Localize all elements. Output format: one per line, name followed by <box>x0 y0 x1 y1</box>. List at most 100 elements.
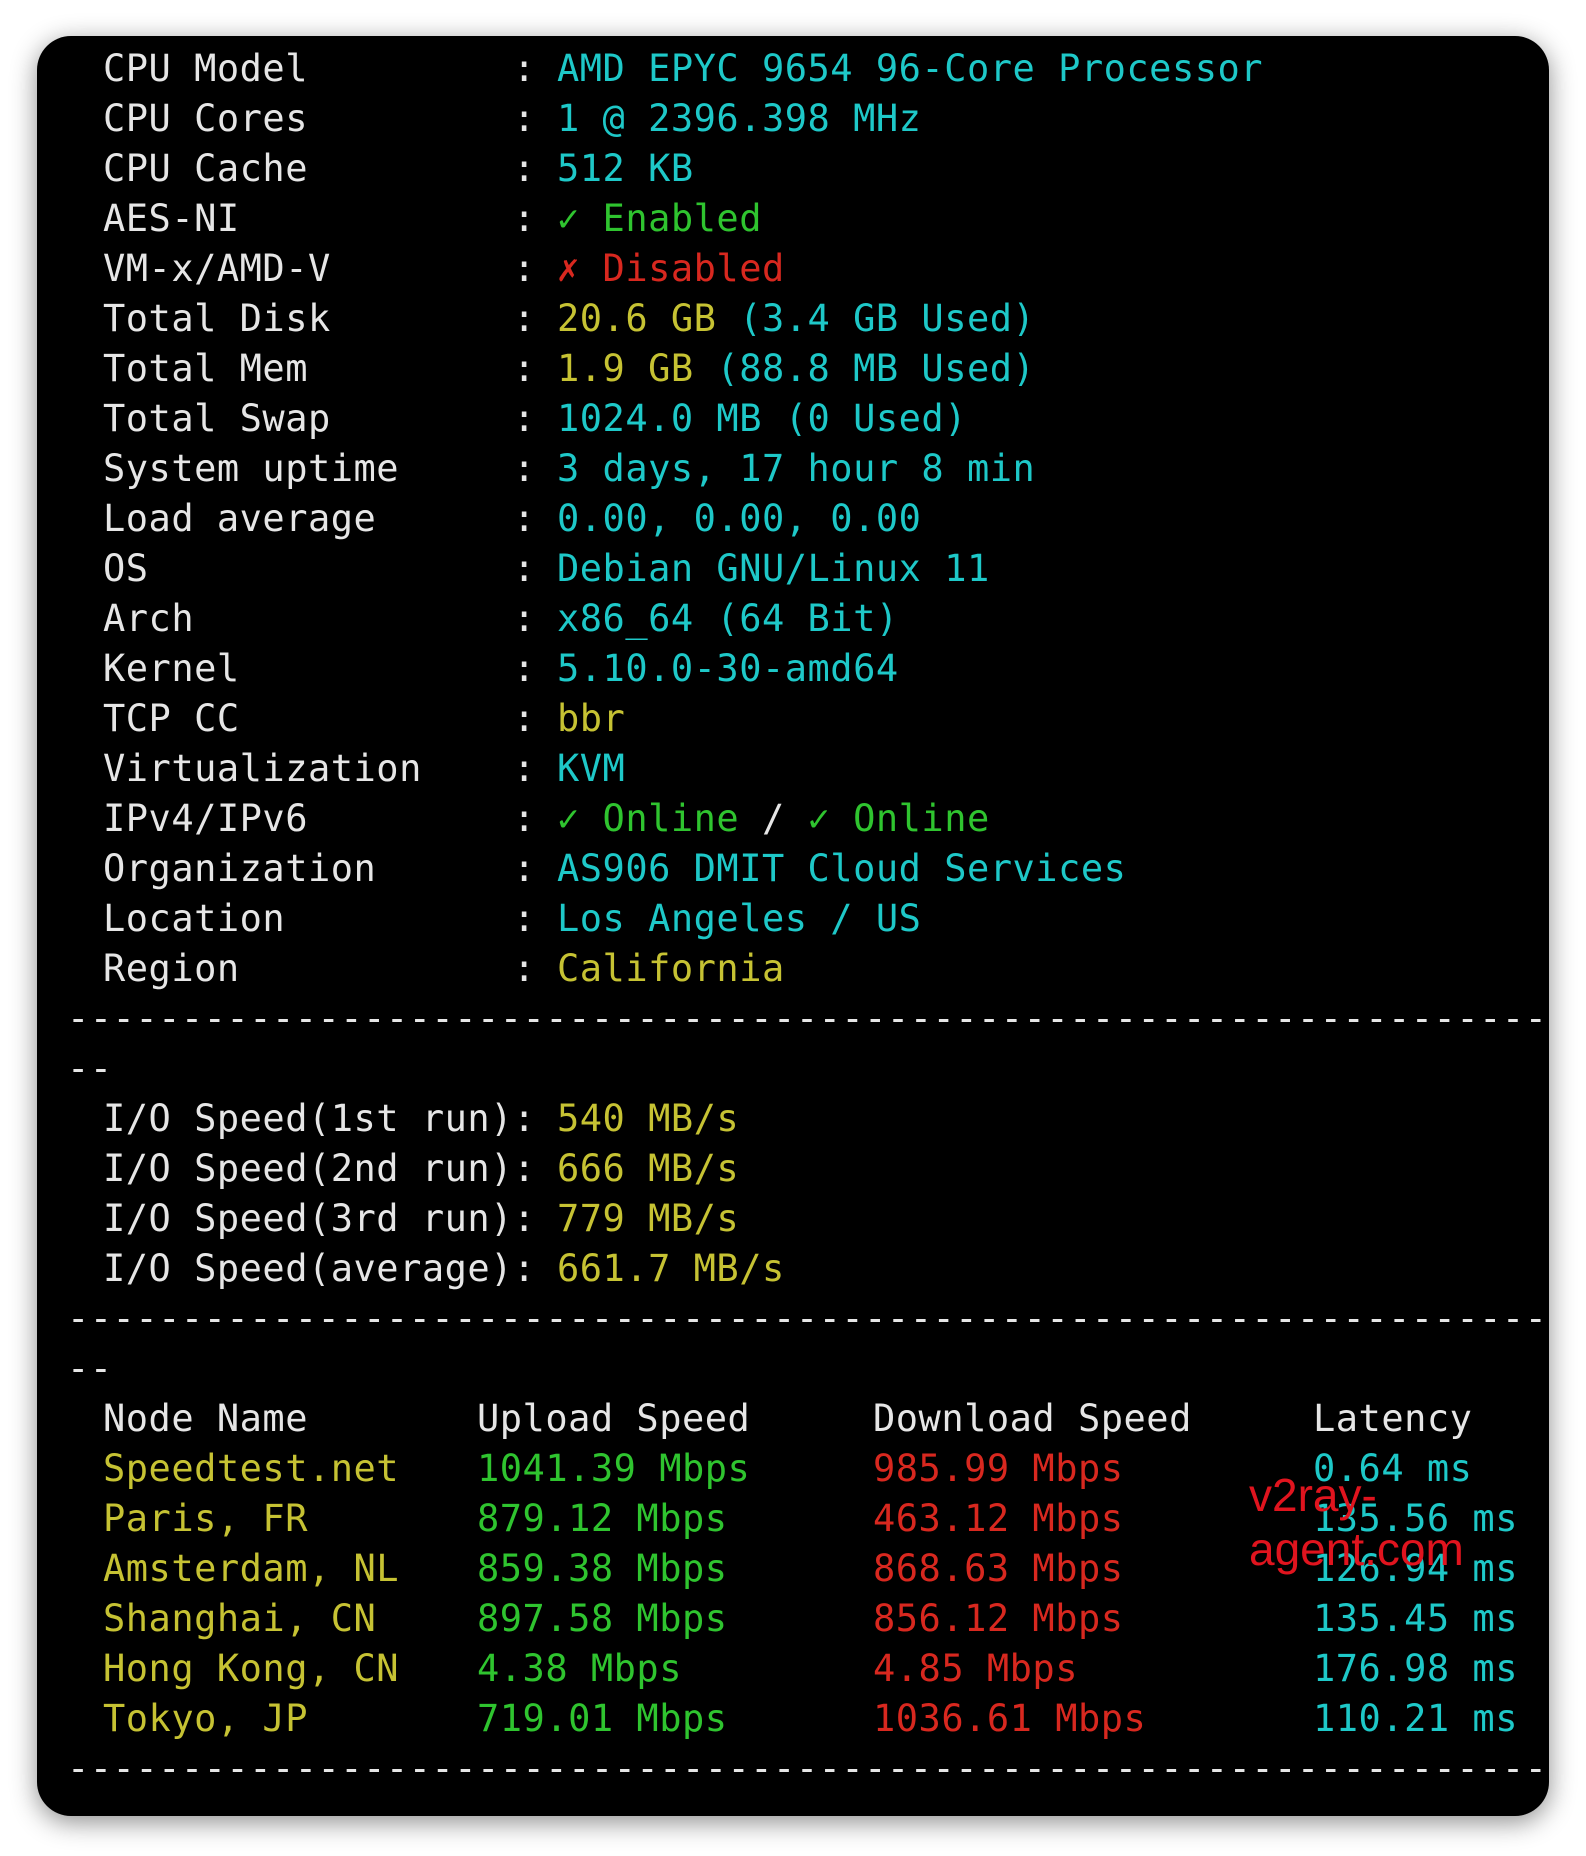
upload-speed: 897.58 Mbps <box>477 1597 728 1640</box>
sysinfo-label: Total Disk <box>103 297 331 340</box>
sysinfo-value: ✗ Disabled <box>557 247 785 290</box>
download-speed: 856.12 Mbps <box>873 1597 1124 1640</box>
speedtest-row: Shanghai, CN 897.58 Mbps 856.12 Mbps 135.45… <box>67 1594 1549 1644</box>
sysinfo-row: Arch: x86_64 (64 Bit) <box>67 594 1549 644</box>
colon-separator: : <box>513 497 536 540</box>
sysinfo-label: Arch <box>103 597 195 640</box>
colon-separator: : <box>513 147 536 190</box>
colon-separator: : <box>513 597 536 640</box>
sysinfo-row: Kernel:5.10.0-30-amd64 <box>67 644 1549 694</box>
sysinfo-row: Total Mem:1.9 GB (88.8 MB Used) <box>67 344 1549 394</box>
sysinfo-label: System uptime <box>103 447 400 490</box>
sysinfo-label: CPU Cache <box>103 147 308 190</box>
sysinfo-label: Load average <box>103 497 377 540</box>
colon-separator: : <box>513 447 536 490</box>
sysinfo-value-part: 20.6 GB <box>557 297 740 340</box>
download-speed: 1036.61 Mbps <box>873 1697 1147 1740</box>
sysinfo-row: OS: Debian GNU/Linux 11 <box>67 544 1549 594</box>
sysinfo-value: Debian GNU/Linux 11 <box>557 547 990 590</box>
colon-separator: : <box>513 747 536 790</box>
io-label: I/O Speed(1st run) <box>103 1097 513 1140</box>
colon-separator: : <box>513 1097 536 1140</box>
colon-separator: : <box>513 397 536 440</box>
io-label: I/O Speed(2nd run) <box>103 1147 513 1190</box>
node-name: Shanghai, CN <box>103 1597 377 1640</box>
io-label: I/O Speed(3rd run) <box>103 1197 513 1240</box>
header-latency: Latency <box>1313 1397 1473 1440</box>
colon-separator: : <box>513 247 536 290</box>
divider-tail: -- <box>67 1047 113 1090</box>
sysinfo-row: Region: California <box>67 944 1549 994</box>
sysinfo-row: TCP CC: bbr <box>67 694 1549 744</box>
upload-speed: 719.01 Mbps <box>477 1697 728 1740</box>
sysinfo-value-part: (88.8 MB Used) <box>716 347 1036 390</box>
sysinfo-value: AS906 DMIT Cloud Services <box>557 847 1127 890</box>
download-speed: 985.99 Mbps <box>873 1447 1124 1490</box>
sysinfo-value: x86_64 (64 Bit) <box>557 597 899 640</box>
colon-separator: : <box>513 697 536 740</box>
sysinfo-label: CPU Cores <box>103 97 308 140</box>
io-row: I/O Speed(3rd run):779 MB/s <box>67 1194 1549 1244</box>
colon-separator: : <box>513 197 536 240</box>
sysinfo-value-part: (3.4 GB Used) <box>739 297 1036 340</box>
sysinfo-label: TCP CC <box>103 697 240 740</box>
sysinfo-row: Total Disk:20.6 GB (3.4 GB Used) <box>67 294 1549 344</box>
upload-speed: 4.38 Mbps <box>477 1647 682 1690</box>
upload-speed: 1041.39 Mbps <box>477 1447 751 1490</box>
colon-separator: : <box>513 1247 536 1290</box>
sysinfo-row: Organization: AS906 DMIT Cloud Services <box>67 844 1549 894</box>
upload-speed: 879.12 Mbps <box>477 1497 728 1540</box>
sysinfo-row: CPU Cache:512 KB <box>67 144 1549 194</box>
sysinfo-label: Virtualization <box>103 747 422 790</box>
sysinfo-value: 512 KB <box>557 147 694 190</box>
sysinfo-label: IPv4/IPv6 <box>103 797 308 840</box>
speedtest-row: Hong Kong, CN 4.38 Mbps 4.85 Mbps 176.98 ms <box>67 1644 1549 1694</box>
sysinfo-value: 20.6 GB (3.4 GB Used) <box>557 294 1035 344</box>
colon-separator: : <box>513 547 536 590</box>
latency: 110.21 ms <box>1313 1697 1518 1740</box>
sysinfo-label: Kernel <box>103 647 240 690</box>
colon-separator: : <box>513 897 536 940</box>
sysinfo-label: Total Swap <box>103 397 331 440</box>
sysinfo-value-part: ✓ Online <box>557 797 740 840</box>
sysinfo-label: VM-x/AMD-V <box>103 247 331 290</box>
sysinfo-value: 0.00, 0.00, 0.00 <box>557 497 922 540</box>
sysinfo-value-part: ✓ Online <box>807 797 990 840</box>
colon-separator: : <box>513 1197 536 1240</box>
node-name: Hong Kong, CN <box>103 1647 400 1690</box>
header-node-name: Node Name <box>103 1397 308 1440</box>
divider-line: ----------------------------------------… <box>67 997 1549 1040</box>
divider-line: ----------------------------------------… <box>67 1747 1549 1790</box>
io-row: I/O Speed(2nd run):666 MB/s <box>67 1144 1549 1194</box>
sysinfo-row: VM-x/AMD-V: ✗ Disabled <box>67 244 1549 294</box>
sysinfo-row: CPU Model: AMD EPYC 9654 96-Core Processo… <box>67 44 1549 94</box>
divider-tail: -- <box>67 1347 113 1390</box>
download-speed: 463.12 Mbps <box>873 1497 1124 1540</box>
sysinfo-label: Total Mem <box>103 347 308 390</box>
colon-separator: : <box>513 347 536 390</box>
node-name: Paris, FR <box>103 1497 308 1540</box>
sysinfo-value: AMD EPYC 9654 96-Core Processor <box>557 47 1264 90</box>
colon-separator: : <box>513 847 536 890</box>
colon-separator: : <box>513 97 536 140</box>
header-download-speed: Download Speed <box>873 1397 1192 1440</box>
io-value: 661.7 MB/s <box>557 1247 785 1290</box>
speedtest-row: Tokyo, JP 719.01 Mbps 1036.61 Mbps 110.21 m… <box>67 1694 1549 1744</box>
colon-separator: : <box>513 47 536 90</box>
sysinfo-value: ✓ Enabled <box>557 197 762 240</box>
sysinfo-row: Location: Los Angeles / US <box>67 894 1549 944</box>
sysinfo-row: Total Swap:1024.0 MB (0 Used) <box>67 394 1549 444</box>
sysinfo-label: AES-NI <box>103 197 240 240</box>
sysinfo-label: OS <box>103 547 149 590</box>
terminal-window: CPU Model: AMD EPYC 9654 96-Core Processo… <box>37 36 1549 1816</box>
sysinfo-label: CPU Model <box>103 47 308 90</box>
colon-separator: : <box>513 297 536 340</box>
sysinfo-value: Los Angeles / US <box>557 897 922 940</box>
sysinfo-row: Virtualization: KVM <box>67 744 1549 794</box>
sysinfo-row: CPU Cores:1 @ 2396.398 MHz <box>67 94 1549 144</box>
watermark: v2ray-agent.com <box>1249 1469 1464 1575</box>
io-value: 540 MB/s <box>557 1097 740 1140</box>
download-speed: 4.85 Mbps <box>873 1647 1078 1690</box>
sysinfo-value: 1 @ 2396.398 MHz <box>557 97 922 140</box>
sysinfo-label: Organization <box>103 847 377 890</box>
